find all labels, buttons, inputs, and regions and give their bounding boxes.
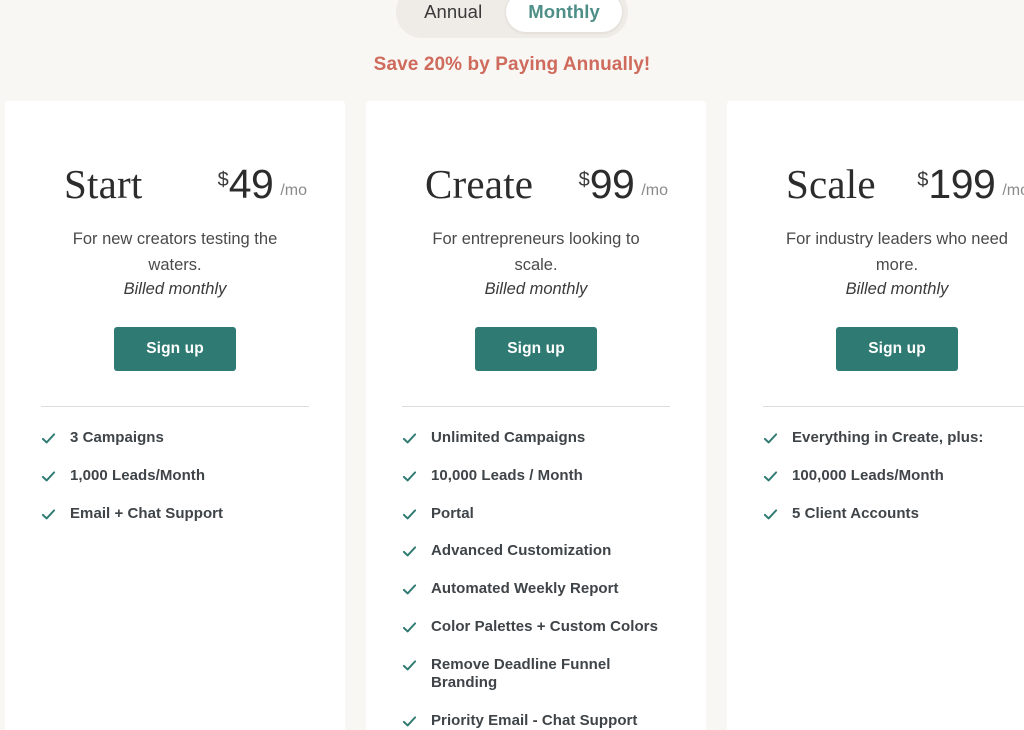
list-item: Advanced Customization: [402, 542, 678, 561]
price-currency: $: [578, 169, 590, 191]
feature-list: Unlimited Campaigns 10,000 Leads / Month…: [394, 429, 678, 730]
check-icon: [41, 431, 56, 446]
check-icon: [402, 431, 417, 446]
signup-button[interactable]: Sign up: [114, 327, 236, 372]
check-icon: [402, 544, 417, 559]
check-icon: [402, 507, 417, 522]
signup-button[interactable]: Sign up: [836, 327, 958, 372]
signup-button-container: Sign up: [394, 327, 678, 372]
feature-list: Everything in Create, plus: 100,000 Lead…: [755, 429, 1024, 542]
pricing-cards: Start $ 49 /mo For new creators testing …: [5, 101, 1024, 730]
price-amount: 99: [589, 161, 635, 207]
save-annually-note: Save 20% by Paying Annually!: [373, 54, 651, 75]
card-header: Start $ 49 /mo: [33, 164, 317, 205]
billing-toggle-label-annual: Annual: [424, 1, 483, 22]
price-period: /mo: [641, 182, 668, 199]
feature-list: 3 Campaigns 1,000 Leads/Month Email + Ch…: [33, 429, 317, 542]
billing-toggle-label-monthly: Monthly: [528, 1, 600, 22]
plan-billed-note: Billed monthly: [845, 280, 949, 299]
price-period: /mo: [1002, 182, 1024, 199]
plan-price: $ 49 /mo: [217, 161, 307, 207]
check-icon: [402, 469, 417, 484]
list-item: Unlimited Campaigns: [402, 429, 678, 448]
list-item: Everything in Create, plus:: [763, 429, 1024, 448]
signup-button-container: Sign up: [755, 327, 1024, 372]
pricing-page: Annual Monthly Save 20% by Paying Annual…: [0, 0, 1024, 730]
check-icon: [763, 469, 778, 484]
plan-name: Scale: [786, 161, 876, 207]
price-currency: $: [217, 169, 229, 191]
price-currency: $: [917, 169, 929, 191]
card-divider: [402, 406, 670, 408]
check-icon: [402, 620, 417, 635]
price-period: /mo: [280, 182, 307, 199]
list-item: Portal: [402, 505, 678, 524]
plan-name: Create: [425, 161, 534, 207]
signup-button-container: Sign up: [33, 327, 317, 372]
feature-label: 100,000 Leads/Month: [792, 466, 944, 484]
check-icon: [41, 507, 56, 522]
feature-label: Priority Email - Chat Support: [431, 712, 638, 730]
feature-label: 10,000 Leads / Month: [431, 466, 583, 484]
list-item: Priority Email - Chat Support: [402, 712, 678, 730]
card-header: Create $ 99 /mo: [394, 164, 678, 205]
plan-price: $ 99 /mo: [578, 161, 668, 207]
billing-toggle-option-annual[interactable]: Annual: [401, 0, 505, 33]
list-item: 100,000 Leads/Month: [763, 467, 1024, 486]
feature-label: Color Palettes + Custom Colors: [431, 617, 658, 635]
plan-description: For entrepreneurs looking to scale.: [432, 230, 640, 274]
pricing-card-scale: Scale $ 199 /mo For industry leaders who…: [727, 101, 1024, 730]
list-item: 1,000 Leads/Month: [41, 467, 317, 486]
feature-label: Portal: [431, 504, 474, 522]
feature-label: Advanced Customization: [431, 542, 612, 560]
plan-name: Start: [64, 161, 143, 207]
check-icon: [41, 469, 56, 484]
check-icon: [763, 507, 778, 522]
billing-toggle-option-monthly[interactable]: Monthly: [505, 0, 623, 33]
feature-label: Automated Weekly Report: [431, 580, 619, 598]
pricing-card-start: Start $ 49 /mo For new creators testing …: [5, 101, 345, 730]
check-icon: [402, 714, 417, 729]
feature-label: 1,000 Leads/Month: [70, 466, 206, 484]
billing-toggle[interactable]: Annual Monthly: [396, 0, 628, 38]
feature-label: Remove Deadline Funnel Branding: [431, 655, 611, 692]
feature-label: 5 Client Accounts: [792, 504, 919, 522]
list-item: Email + Chat Support: [41, 505, 317, 524]
signup-button[interactable]: Sign up: [475, 327, 597, 372]
card-divider: [41, 406, 309, 408]
pricing-card-create: Create $ 99 /mo For entrepreneurs lookin…: [366, 101, 706, 730]
check-icon: [402, 658, 417, 673]
list-item: 10,000 Leads / Month: [402, 467, 678, 486]
list-item: Remove Deadline Funnel Branding: [402, 656, 678, 694]
card-header: Scale $ 199 /mo: [755, 164, 1024, 205]
feature-label: Unlimited Campaigns: [431, 429, 586, 447]
plan-billed-note: Billed monthly: [484, 280, 588, 299]
plan-description: For industry leaders who need more.: [786, 230, 1008, 274]
feature-label: Email + Chat Support: [70, 504, 224, 522]
plan-description: For new creators testing the waters.: [72, 230, 278, 274]
price-amount: 49: [228, 161, 274, 207]
list-item: 3 Campaigns: [41, 429, 317, 448]
list-item: Color Palettes + Custom Colors: [402, 618, 678, 637]
check-icon: [763, 431, 778, 446]
feature-label: Everything in Create, plus:: [792, 429, 984, 447]
feature-label: 3 Campaigns: [70, 429, 164, 447]
billing-toggle-container: Annual Monthly: [0, 0, 1024, 38]
list-item: 5 Client Accounts: [763, 505, 1024, 524]
check-icon: [402, 582, 417, 597]
plan-price: $ 199 /mo: [917, 161, 1024, 207]
list-item: Automated Weekly Report: [402, 580, 678, 599]
plan-billed-note: Billed monthly: [123, 280, 227, 299]
price-amount: 199: [928, 161, 996, 207]
card-divider: [763, 406, 1024, 408]
